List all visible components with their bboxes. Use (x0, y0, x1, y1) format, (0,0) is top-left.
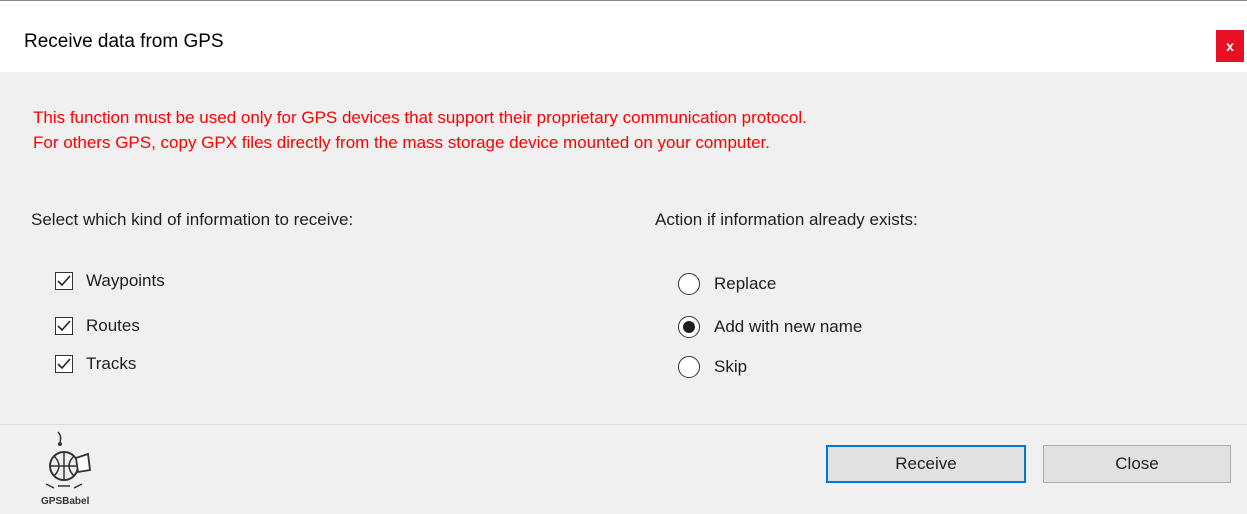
checkmark-icon (57, 275, 71, 287)
checkmark-icon (57, 320, 71, 332)
radio-label: Replace (714, 274, 777, 293)
radio-circle[interactable] (678, 273, 700, 295)
checkmark-icon (57, 358, 71, 370)
radio-replace[interactable]: Replace (678, 273, 776, 295)
checkbox-label: Tracks (86, 354, 137, 373)
action-label: Action if information already exists: (655, 210, 918, 229)
warning-line-1: This function must be used only for GPS … (33, 108, 807, 127)
checkbox-label: Waypoints (86, 271, 165, 290)
checkbox-box[interactable] (55, 355, 73, 373)
radio-label: Skip (714, 357, 748, 376)
radio-circle[interactable] (678, 356, 700, 378)
gpsbabel-logo-text: GPSBabel (41, 496, 90, 507)
checkbox-waypoints[interactable]: Waypoints (55, 271, 165, 291)
radio-selected-dot (683, 321, 695, 333)
info-types-label: Select which kind of information to rece… (31, 210, 354, 229)
warning-line-2: For others GPS, copy GPX files directly … (33, 133, 770, 152)
close-icon: x (1226, 38, 1234, 54)
footer-divider (0, 424, 1247, 425)
radio-add-with-new-name[interactable]: Add with new name (678, 316, 862, 338)
radio-label: Add with new name (714, 317, 863, 336)
checkbox-label: Routes (86, 316, 140, 335)
receive-button[interactable]: Receive (826, 445, 1026, 483)
checkbox-tracks[interactable]: Tracks (55, 354, 136, 374)
title-bar: Receive data from GPS x (0, 0, 1247, 72)
radio-circle[interactable] (678, 316, 700, 338)
window-title: Receive data from GPS (24, 31, 224, 52)
checkbox-routes[interactable]: Routes (55, 316, 140, 336)
close-button[interactable]: Close (1043, 445, 1231, 483)
checkbox-box[interactable] (55, 317, 73, 335)
checkbox-box[interactable] (55, 272, 73, 290)
close-window-button[interactable]: x (1216, 30, 1244, 62)
radio-skip[interactable]: Skip (678, 356, 747, 378)
